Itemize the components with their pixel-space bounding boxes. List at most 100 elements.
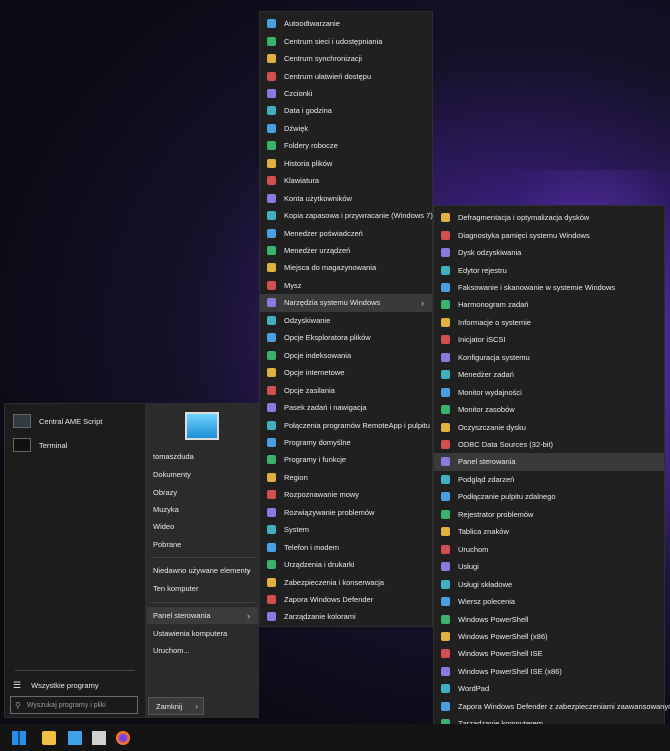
menu-item[interactable]: Windows PowerShell ISE (x86): [434, 663, 664, 680]
documents-link[interactable]: Dokumenty: [147, 466, 258, 483]
control-panel-item[interactable]: Panel sterowania ›: [147, 607, 258, 624]
menu-item-label: Kopia zapasowa i przywracanie (Windows 7…: [284, 211, 433, 221]
menu-item[interactable]: Klawiatura: [260, 172, 432, 189]
menu-item[interactable]: Usługi składowe: [434, 575, 664, 592]
menu-item[interactable]: Historia plików: [260, 155, 432, 172]
user-avatar[interactable]: [185, 412, 219, 440]
menu-item-label: Urządzenia i drukarki: [284, 560, 355, 570]
menu-item-label: Centrum ułatwień dostępu: [284, 71, 372, 81]
menu-item[interactable]: Menedżer zadań: [434, 366, 664, 383]
menu-item[interactable]: Wiersz polecenia: [434, 593, 664, 610]
menu-item-label: Usługi: [458, 562, 479, 572]
pinned-central-ame[interactable]: Central AME Script: [13, 410, 102, 432]
menu-item[interactable]: ODBC Data Sources (32-bit): [434, 436, 664, 453]
menu-item[interactable]: System: [260, 521, 432, 538]
menu-item[interactable]: Kopia zapasowa i przywracanie (Windows 7…: [260, 207, 433, 224]
menu-item[interactable]: Programy i funkcje: [260, 451, 432, 468]
this-pc-link[interactable]: Ten komputer: [147, 580, 258, 597]
menu-item[interactable]: Uruchom: [434, 541, 664, 558]
menu-item[interactable]: Podgląd zdarzeń: [434, 471, 664, 488]
menu-item[interactable]: Autoodtwarzanie: [260, 15, 432, 32]
menu-item-icon: [441, 300, 450, 310]
menu-item-icon: [267, 612, 276, 622]
menu-item[interactable]: Opcje Eksploratora plików: [260, 329, 432, 346]
menu-item[interactable]: Defragmentacja i optymalizacja dysków: [434, 209, 664, 226]
menu-item[interactable]: Menedżer urządzeń: [260, 242, 432, 259]
pinned-terminal[interactable]: Terminal: [13, 434, 67, 456]
menu-item[interactable]: Pasek zadań i nawigacja: [260, 399, 432, 416]
menu-item[interactable]: Windows PowerShell: [434, 610, 664, 627]
menu-item-label: Konfiguracja systemu: [458, 352, 530, 362]
menu-item-icon: [267, 141, 276, 151]
menu-item[interactable]: Foldery robocze: [260, 137, 432, 154]
run-link[interactable]: Uruchom...: [147, 642, 258, 659]
menu-item[interactable]: Centrum synchronizacji: [260, 50, 432, 67]
menu-item[interactable]: Miejsca do magazynowania: [260, 259, 432, 276]
menu-item[interactable]: Opcje zasilania: [260, 381, 432, 398]
firefox-icon[interactable]: [116, 730, 130, 745]
menu-item[interactable]: Dźwięk: [260, 120, 432, 137]
menu-item[interactable]: Harmonogram zadań: [434, 296, 664, 313]
menu-item-label: Usługi składowe: [458, 579, 513, 589]
menu-item[interactable]: Edytor rejestru: [434, 261, 664, 278]
menu-item[interactable]: Telefon i modem: [260, 539, 432, 556]
menu-item[interactable]: Narzędzia systemu Windows ›: [260, 294, 432, 312]
menu-item[interactable]: Zarządzanie kolorami: [260, 608, 432, 625]
menu-item[interactable]: Windows PowerShell (x86): [434, 628, 664, 645]
menu-item[interactable]: Zapora Windows Defender: [260, 591, 432, 608]
menu-item-icon: [441, 614, 450, 624]
menu-item[interactable]: Konta użytkowników: [260, 190, 432, 207]
search-input[interactable]: ⚲ Wyszukaj programy i pliki: [10, 696, 138, 714]
menu-item[interactable]: Zapora Windows Defender z zabezpieczenia…: [434, 698, 670, 715]
menu-item[interactable]: Data i godzina: [260, 102, 432, 119]
recent-items[interactable]: Niedawno używane elementy ›: [147, 562, 258, 579]
menu-item[interactable]: Konfiguracja systemu: [434, 349, 664, 366]
menu-item[interactable]: WordPad: [434, 680, 664, 697]
menu-item[interactable]: Zabezpieczenia i konserwacja: [260, 573, 432, 590]
menu-item[interactable]: Monitor wydajności: [434, 384, 664, 401]
user-name[interactable]: tomaszduda: [147, 448, 258, 465]
menu-item[interactable]: Monitor zasobów: [434, 401, 664, 418]
menu-item[interactable]: Podłączanie pulpitu zdalnego: [434, 488, 664, 505]
menu-item[interactable]: Inicjator iSCSI: [434, 331, 664, 348]
file-explorer-icon[interactable]: [42, 730, 56, 745]
menu-item-icon: [441, 352, 450, 362]
menu-item[interactable]: Diagnostyka pamięci systemu Windows: [434, 226, 664, 243]
menu-item[interactable]: Programy domyślne: [260, 434, 432, 451]
menu-item[interactable]: Opcje indeksowania: [260, 347, 432, 364]
menu-item[interactable]: Czcionki: [260, 85, 432, 102]
music-link[interactable]: Muzyka: [147, 501, 258, 518]
menu-item[interactable]: Tablica znaków: [434, 523, 664, 540]
menu-item[interactable]: Region: [260, 469, 432, 486]
menu-item[interactable]: Rozwiązywanie problemów: [260, 504, 432, 521]
menu-item[interactable]: Centrum ułatwień dostępu: [260, 67, 432, 84]
menu-item[interactable]: Centrum sieci i udostępniania: [260, 32, 432, 49]
all-programs-button[interactable]: ☰ Wszystkie programy: [13, 674, 99, 696]
pc-settings-link[interactable]: Ustawienia komputera: [147, 625, 258, 642]
menu-item[interactable]: Informacje o systemie: [434, 314, 664, 331]
videos-link[interactable]: Wideo: [147, 518, 258, 535]
downloads-link[interactable]: Pobrane: [147, 536, 258, 553]
windows-start-icon[interactable]: [12, 730, 26, 745]
menu-item[interactable]: Windows PowerShell ISE: [434, 645, 664, 662]
menu-item-label: Faksowanie i skanowanie w systemie Windo…: [458, 282, 616, 292]
shutdown-button[interactable]: Zamknij ›: [148, 697, 204, 715]
menu-item[interactable]: Rozpoznawanie mowy: [260, 486, 432, 503]
menu-item[interactable]: Oczyszczanie dysku: [434, 418, 664, 435]
menu-item[interactable]: Połączenia programów RemoteApp i pulpitu: [260, 416, 432, 433]
notepad-icon[interactable]: [68, 730, 82, 745]
app-icon[interactable]: [92, 730, 106, 745]
menu-item-icon: [267, 403, 276, 413]
menu-item[interactable]: Usługi: [434, 558, 664, 575]
menu-item[interactable]: Opcje internetowe: [260, 364, 432, 381]
menu-item[interactable]: Rejestrator problemów: [434, 506, 664, 523]
menu-item[interactable]: Mysz: [260, 277, 432, 294]
menu-item[interactable]: Menedżer poświadczeń: [260, 224, 432, 241]
menu-item[interactable]: Urządzenia i drukarki: [260, 556, 432, 573]
pictures-link[interactable]: Obrazy: [147, 484, 258, 501]
menu-item-icon: [267, 193, 276, 203]
menu-item[interactable]: Dysk odzyskiwania: [434, 244, 664, 261]
menu-item[interactable]: Odzyskiwanie: [260, 312, 432, 329]
menu-item[interactable]: Panel sterowania: [434, 453, 664, 471]
menu-item[interactable]: Faksowanie i skanowanie w systemie Windo…: [434, 279, 664, 296]
